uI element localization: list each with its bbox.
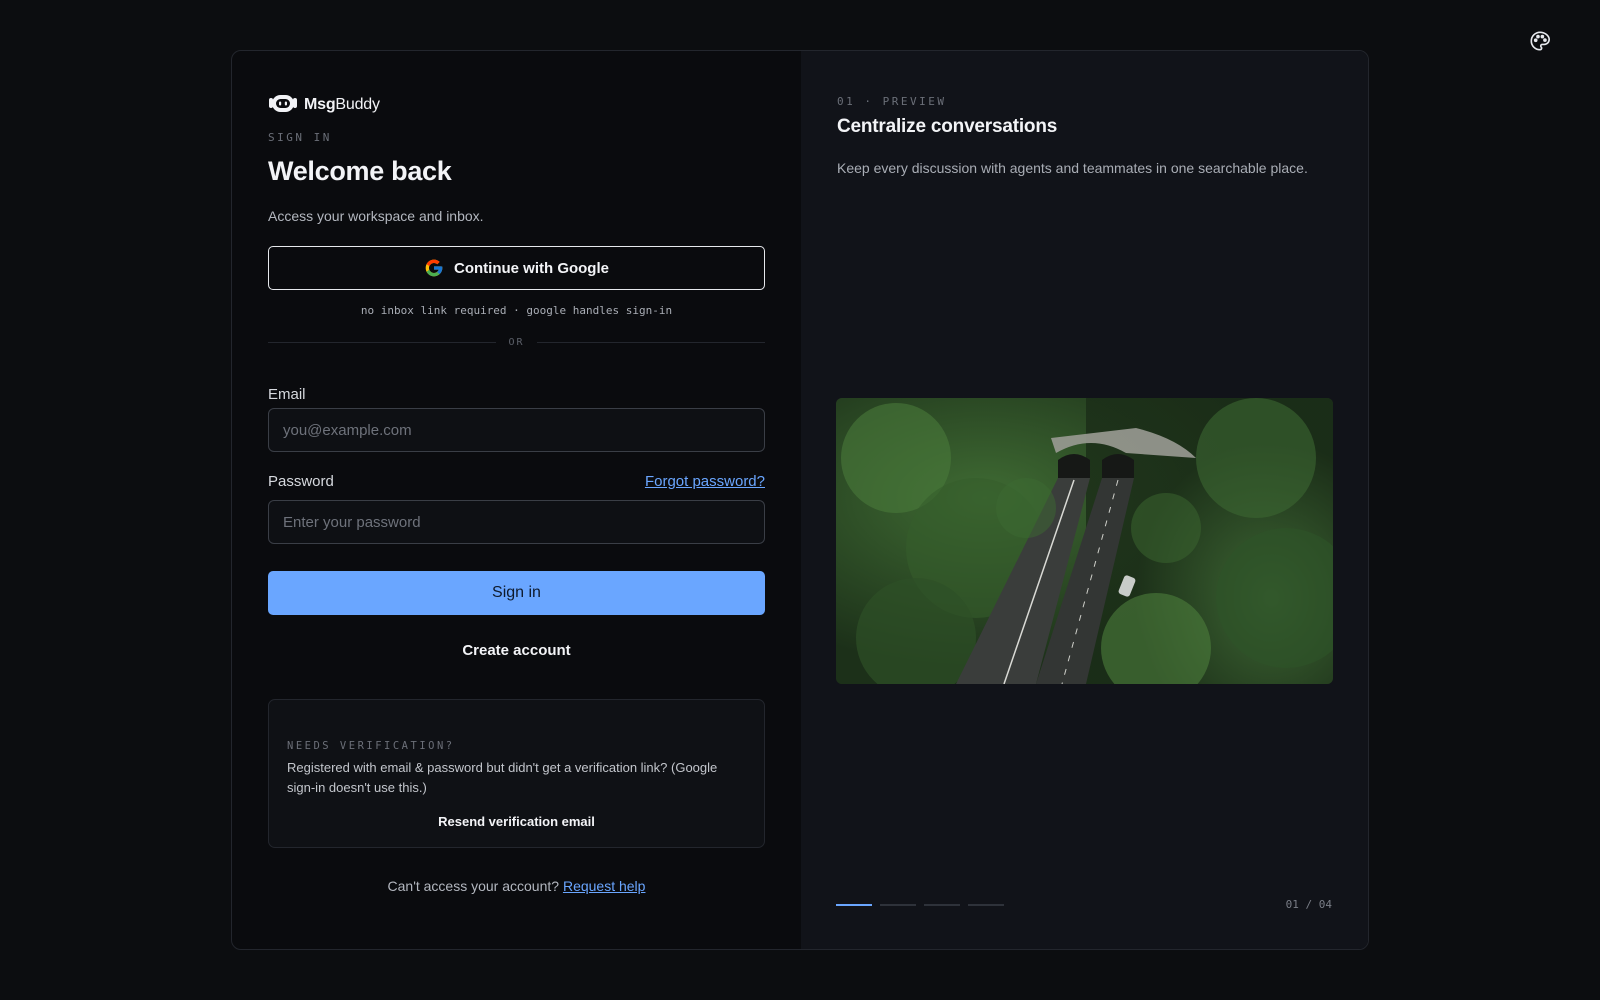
- carousel-dot-1[interactable]: [836, 904, 872, 906]
- google-g-icon: [425, 259, 443, 277]
- verification-box: NEEDS VERIFICATION? Registered with emai…: [268, 699, 765, 848]
- brand-name-regular: Buddy: [335, 96, 380, 113]
- divider-line-left: [268, 342, 497, 343]
- page-title: Welcome back: [268, 156, 452, 186]
- create-account-button[interactable]: Create account: [268, 642, 765, 659]
- auth-card: MsgBuddy SIGN IN Welcome back Access you…: [231, 50, 1369, 950]
- carousel-dot-4[interactable]: [968, 904, 1004, 906]
- theme-toggle-button[interactable]: [1526, 27, 1554, 55]
- preview-eyebrow: 01 · PREVIEW: [837, 95, 947, 108]
- brand-name-bold: Msg: [304, 96, 336, 113]
- verification-text: Registered with email & password but did…: [287, 760, 718, 795]
- carousel-indicators: [836, 904, 1004, 906]
- preview-description: Keep every discussion with agents and te…: [837, 160, 1308, 176]
- forgot-password-link[interactable]: Forgot password?: [645, 473, 765, 490]
- slide-counter: 01 / 04: [1285, 898, 1332, 911]
- password-label-row: Password Forgot password?: [268, 473, 765, 490]
- preview-title: Centralize conversations: [837, 116, 1058, 137]
- brand-name: MsgBuddy: [304, 96, 380, 114]
- resend-verification-button[interactable]: Resend verification email: [287, 814, 746, 829]
- preview-image: [836, 398, 1333, 684]
- continue-with-google-button[interactable]: Continue with Google: [268, 246, 765, 290]
- sign-in-button[interactable]: Sign in: [268, 571, 765, 615]
- palette-icon: [1530, 31, 1550, 51]
- divider-text: OR: [508, 337, 525, 348]
- brand: MsgBuddy: [268, 93, 765, 117]
- help-text: Can't access your account?: [387, 878, 560, 894]
- carousel-dot-3[interactable]: [924, 904, 960, 906]
- signin-eyebrow: SIGN IN: [268, 131, 332, 144]
- email-input[interactable]: [268, 408, 765, 452]
- page-subtitle: Access your workspace and inbox.: [268, 208, 484, 224]
- or-divider: OR: [268, 337, 766, 348]
- robot-logo-icon: [269, 95, 297, 112]
- carousel-dot-2[interactable]: [880, 904, 916, 906]
- preview-panel: 01 · PREVIEW Centralize conversations Ke…: [801, 51, 1368, 949]
- verification-eyebrow: NEEDS VERIFICATION?: [287, 740, 455, 752]
- divider-line-right: [536, 342, 766, 343]
- email-label: Email: [268, 386, 306, 403]
- signin-panel: MsgBuddy SIGN IN Welcome back Access you…: [232, 51, 801, 949]
- request-help-link[interactable]: Request help: [563, 878, 646, 894]
- help-row: Can't access your account? Request help: [268, 878, 765, 894]
- password-input[interactable]: [268, 500, 765, 544]
- google-button-label: Continue with Google: [454, 259, 609, 277]
- password-label: Password: [268, 473, 334, 490]
- google-hint: no inbox link required · google handles …: [360, 304, 673, 317]
